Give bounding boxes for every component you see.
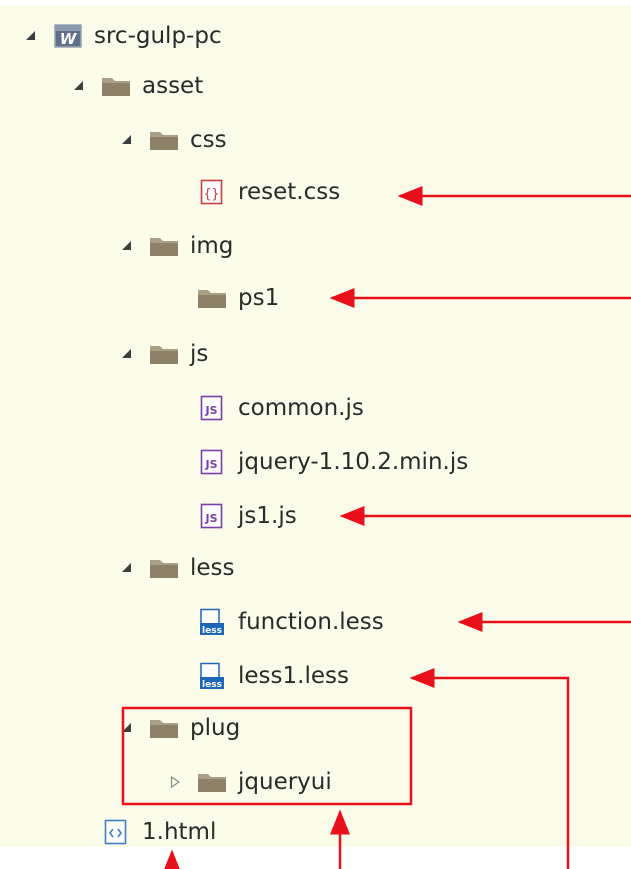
annotation-arrow-less1-less	[409, 668, 570, 869]
annotation-overlay	[121, 186, 631, 869]
annotation-box-plug	[121, 706, 413, 806]
